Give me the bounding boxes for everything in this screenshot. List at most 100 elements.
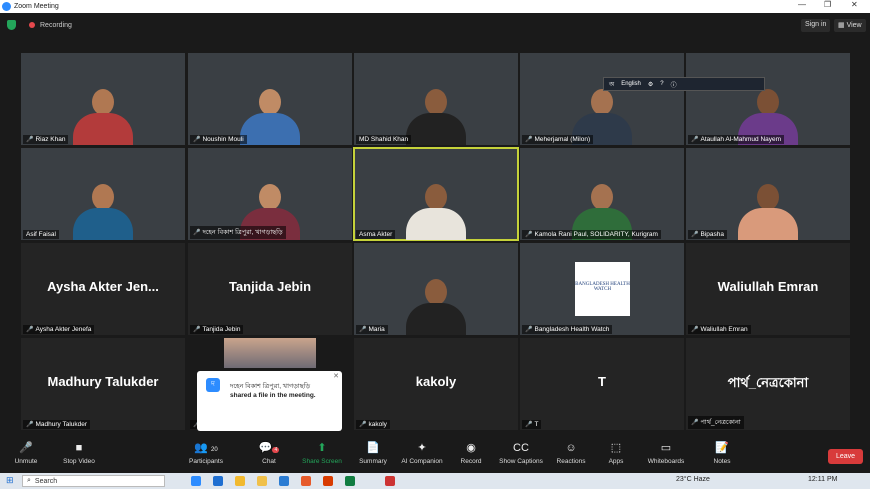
participant-name: Bangladesh Health Watch bbox=[534, 326, 610, 333]
participants-count: 20 bbox=[211, 447, 218, 453]
whiteboards-button[interactable]: ▭ Whiteboards bbox=[640, 439, 692, 465]
record-label: Record bbox=[460, 458, 482, 465]
participant-name: MD Shahid Khan bbox=[359, 136, 409, 143]
participant-name: Madhury Talukder bbox=[35, 421, 88, 428]
settings-icon[interactable]: ⚙ bbox=[648, 81, 653, 88]
file-explorer-icon[interactable] bbox=[257, 476, 267, 486]
notes-button[interactable]: 📝 Notes bbox=[696, 439, 748, 465]
firefox-icon[interactable] bbox=[301, 476, 311, 486]
ai-companion-label: AI Companion bbox=[401, 458, 443, 465]
toast-message: shared a file in the meeting. bbox=[230, 392, 316, 399]
windows-start-icon[interactable]: ⊞ bbox=[6, 475, 14, 486]
participant-tile[interactable]: MD Shahid Khan bbox=[354, 53, 518, 145]
participant-name-label: 🎤 Kamola Rani Paul, SOLIDARITY, Kurigram bbox=[522, 230, 661, 239]
microphone-muted-icon: 🎤 bbox=[193, 327, 201, 333]
close-icon[interactable]: ✕ bbox=[333, 372, 339, 380]
participant-name-label: 🎤 Bipasha bbox=[688, 230, 727, 239]
microphone-muted-icon: 🎤 bbox=[26, 422, 34, 428]
microphone-muted-icon: 🎤 bbox=[26, 327, 34, 333]
microphone-muted-icon: 🎤 bbox=[19, 442, 33, 454]
participant-tile[interactable]: পার্থ_নেত্রকোনা 🎤 পার্থ_নেত্রকোনা bbox=[686, 338, 850, 430]
show-captions-button[interactable]: CC Show Captions bbox=[495, 439, 547, 465]
participant-name-label: 🎤 পার্থ_নেত্রকোনা bbox=[688, 416, 744, 429]
maximize-icon[interactable]: ❐ bbox=[824, 0, 831, 9]
participant-video bbox=[738, 184, 798, 240]
unmute-button[interactable]: 🎤 Unmute bbox=[0, 439, 52, 465]
microphone-muted-icon: 🎤 bbox=[691, 232, 699, 238]
participant-display-name: Tanjida Jebin bbox=[228, 279, 312, 294]
chat-button[interactable]: 💬 4 Chat bbox=[243, 439, 295, 465]
participant-name: Tanjida Jebin bbox=[202, 326, 241, 333]
participants-icon: 👥 20 bbox=[194, 442, 218, 454]
participant-name: kakoly bbox=[368, 421, 387, 428]
stop-video-button[interactable]: ■ Stop Video bbox=[53, 439, 105, 465]
reactions-label: Reactions bbox=[556, 458, 586, 465]
participant-tile[interactable]: Tanjida Jebin 🎤 Tanjida Jebin bbox=[188, 243, 352, 335]
edge-icon[interactable] bbox=[213, 476, 223, 486]
participant-tile[interactable]: kakoly 🎤 kakoly bbox=[354, 338, 518, 430]
microphone-muted-icon: 🎤 bbox=[691, 137, 699, 143]
participant-tile[interactable]: 🎤 Kamola Rani Paul, SOLIDARITY, Kurigram bbox=[520, 148, 684, 240]
participant-tile[interactable]: Asif Faisal bbox=[21, 148, 185, 240]
participant-tile[interactable]: 🎤 Ataullah Al-Mahmud Nayem bbox=[686, 53, 850, 145]
chrome-icon[interactable] bbox=[235, 476, 245, 486]
participant-tile[interactable]: Asma Akter bbox=[353, 147, 519, 241]
zoom-app-icon[interactable] bbox=[191, 476, 201, 486]
participant-video bbox=[240, 89, 300, 145]
participant-name: Riaz Khan bbox=[35, 136, 66, 143]
file-share-notification[interactable]: দ দহেন বিকাশ ত্রিপুরা, খাগড়াছড়ি shared… bbox=[197, 371, 342, 431]
video-camera-icon: ■ bbox=[75, 442, 83, 454]
pdf-icon[interactable] bbox=[385, 476, 395, 486]
participant-tile[interactable]: Waliullah Emran 🎤 Waliullah Emran bbox=[686, 243, 850, 335]
participant-name-label: Asif Faisal bbox=[23, 230, 59, 239]
record-button[interactable]: ◉ Record bbox=[445, 439, 497, 465]
close-icon[interactable]: ✕ bbox=[851, 0, 858, 9]
participant-tile[interactable]: 🎤 Maria bbox=[354, 243, 518, 335]
participants-label: Participants bbox=[189, 458, 223, 465]
info-icon[interactable]: ⓘ bbox=[671, 80, 677, 89]
powerpoint-icon[interactable] bbox=[323, 476, 333, 486]
security-shield-icon[interactable] bbox=[7, 20, 16, 30]
organization-logo: BANGLADESH HEALTH WATCH bbox=[575, 262, 630, 316]
participant-tile[interactable]: Aysha Akter Jen... 🎤 Aysha Akter Jenefa bbox=[21, 243, 185, 335]
participant-name: Meherjamal (Milon) bbox=[534, 136, 591, 143]
apps-button[interactable]: ⬚ Apps bbox=[590, 439, 642, 465]
clock-text[interactable]: 12:11 PM bbox=[808, 476, 837, 483]
participant-name-label: 🎤 Aysha Akter Jenefa bbox=[23, 325, 95, 334]
summary-button[interactable]: 📄 Summary bbox=[347, 439, 399, 465]
language-bar[interactable]: অ English ⚙ ? ⓘ bbox=[603, 77, 765, 91]
leave-button[interactable]: Leave bbox=[828, 449, 863, 464]
participant-name-label: 🎤 T bbox=[522, 420, 542, 429]
participant-tile[interactable]: 🎤 Bipasha bbox=[686, 148, 850, 240]
participant-tile[interactable]: 🎤 Meherjamal (Milon) bbox=[520, 53, 684, 145]
microphone-muted-icon: 🎤 bbox=[525, 232, 533, 238]
participant-tile[interactable]: T 🎤 T bbox=[520, 338, 684, 430]
participant-name: Maria bbox=[368, 326, 385, 333]
microphone-muted-icon: 🎤 bbox=[691, 327, 699, 333]
participant-name-label: 🎤 Bangladesh Health Watch bbox=[522, 325, 613, 334]
participants-button[interactable]: 👥 20 Participants bbox=[180, 439, 232, 465]
participant-name: Ataullah Al-Mahmud Nayem bbox=[700, 136, 782, 143]
participant-tile[interactable]: 🎤 Riaz Khan bbox=[21, 53, 185, 145]
excel-icon[interactable] bbox=[345, 476, 355, 486]
sign-in-button[interactable]: Sign in bbox=[801, 19, 831, 32]
share-screen-button[interactable]: ⬆ Share Screen bbox=[296, 439, 348, 465]
recording-label: Recording bbox=[40, 21, 72, 29]
word-icon[interactable] bbox=[279, 476, 289, 486]
participant-tile[interactable]: Madhury Talukder 🎤 Madhury Talukder bbox=[21, 338, 185, 430]
apps-icon: ⬚ bbox=[610, 442, 622, 454]
help-icon[interactable]: ? bbox=[660, 81, 663, 87]
summary-label: Summary bbox=[359, 458, 387, 465]
view-button[interactable]: ▦ View bbox=[834, 19, 866, 32]
ai-companion-button[interactable]: ✦ AI Companion bbox=[396, 439, 448, 465]
microphone-muted-icon: 🎤 bbox=[26, 137, 34, 143]
participant-name-label: Asma Akter bbox=[356, 230, 396, 239]
minimize-icon[interactable]: — bbox=[798, 0, 806, 9]
participant-tile[interactable]: BANGLADESH HEALTH WATCH 🎤 Bangladesh Healt… bbox=[520, 243, 684, 335]
whiteboards-label: Whiteboards bbox=[647, 458, 685, 465]
taskbar-search[interactable]: ⌕ Search bbox=[22, 475, 165, 487]
weather-text[interactable]: 23°C Haze bbox=[676, 476, 710, 483]
participant-tile[interactable]: 🎤 দহেন বিকাশ ত্রিপুরা, খাগড়াছড়ি bbox=[188, 148, 352, 240]
microphone-muted-icon: 🎤 bbox=[359, 422, 367, 428]
participant-tile[interactable]: 🎤 Noushin Mouli bbox=[188, 53, 352, 145]
